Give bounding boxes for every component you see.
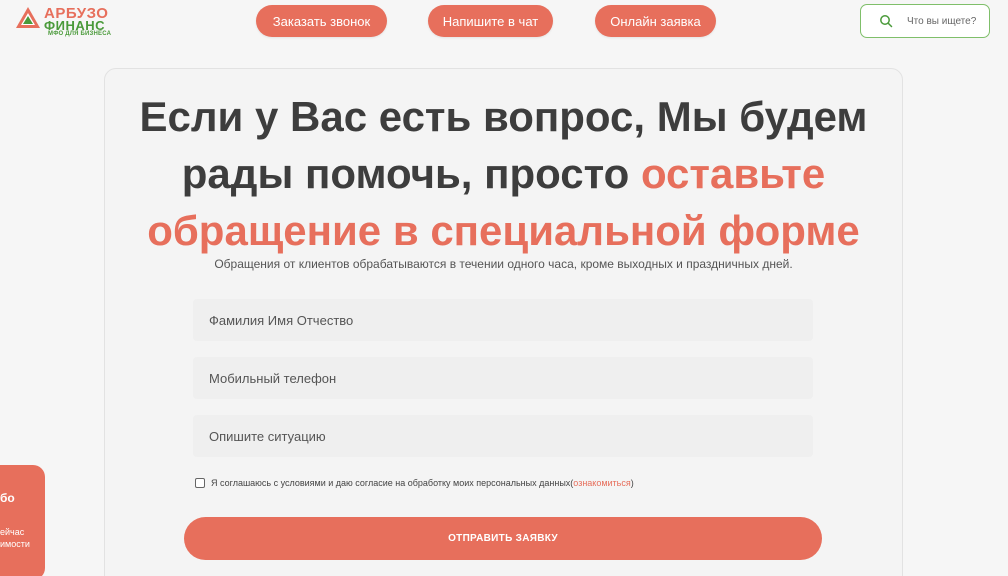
mobile-phone-field[interactable]: Мобильный телефон: [193, 357, 813, 399]
consent-text: Я соглашаюсь с условиями и даю согласие …: [211, 478, 571, 488]
online-application-button[interactable]: Онлайн заявка: [595, 5, 716, 37]
side-widget-line: имости: [0, 539, 30, 549]
consent-paren-close: ): [630, 478, 634, 488]
search-box[interactable]: Что вы ищете?: [860, 4, 990, 38]
consent-row: Я соглашаюсь с условиями и даю согласие …: [195, 478, 634, 488]
processing-note: Обращения от клиентов обрабатываются в т…: [214, 257, 793, 271]
chat-button[interactable]: Напишите в чат: [428, 5, 553, 37]
full-name-field[interactable]: Фамилия Имя Отчество: [193, 299, 813, 341]
submit-application-button[interactable]: ОТПРАВИТЬ ЗАЯВКУ: [184, 517, 822, 560]
order-call-button[interactable]: Заказать звонок: [256, 5, 387, 37]
consent-details-link[interactable]: ознакомиться: [573, 478, 630, 488]
search-icon: [879, 14, 893, 28]
consent-checkbox[interactable]: [195, 478, 205, 488]
search-input[interactable]: Что вы ищете?: [907, 16, 976, 27]
logo-tagline: МФО ДЛЯ БИЗНЕСА: [48, 31, 112, 37]
side-widget-line: ейчас: [0, 527, 25, 537]
side-widget-title: бо: [0, 491, 15, 505]
side-widget[interactable]: бо ейчас имости: [0, 465, 45, 576]
situation-field[interactable]: Опишите ситуацию: [193, 415, 813, 457]
watermelon-logo-icon: [16, 7, 40, 28]
logo[interactable]: АРБУЗО ФИНАНС МФО ДЛЯ БИЗНЕСА: [15, 4, 115, 38]
page-title: Если у Вас есть вопрос, Мы будем рады по…: [104, 88, 903, 259]
